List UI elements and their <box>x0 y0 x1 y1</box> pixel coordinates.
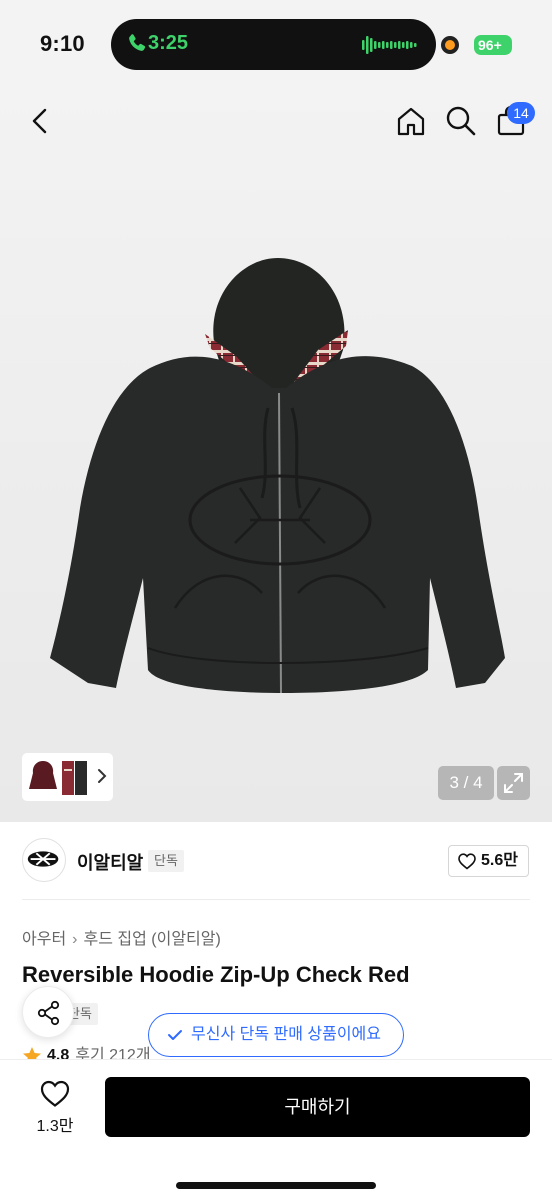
thumbnail-model[interactable] <box>58 759 92 797</box>
bottom-purchase-bar: 1.3만 구매하기 <box>0 1059 552 1200</box>
expand-image-button[interactable] <box>497 766 530 800</box>
expand-icon <box>504 773 523 793</box>
brand-name[interactable]: 이알티알 <box>77 849 143 875</box>
thumbnail-hoodie-back[interactable] <box>28 759 58 793</box>
image-page-counter: 3 / 4 <box>438 766 494 800</box>
exclusive-tag: 단독 <box>148 850 184 872</box>
audio-wave-icon <box>362 36 417 54</box>
brand-logo[interactable] <box>22 838 66 882</box>
breadcrumb-category[interactable]: 아우터 <box>22 931 66 948</box>
star-icon <box>23 1047 41 1060</box>
phone-call-icon <box>129 34 146 51</box>
share-icon <box>37 1000 60 1026</box>
status-bar: 9:10 3:25 96+ <box>0 0 552 88</box>
buy-button[interactable]: 구매하기 <box>105 1077 530 1137</box>
breadcrumb-separator-icon: › <box>72 931 78 948</box>
cart-count-badge: 14 <box>507 102 535 124</box>
product-gallery[interactable]: 14 3 / 4 <box>0 88 552 822</box>
call-duration: 3:25 <box>148 32 189 54</box>
breadcrumb: 아우터 › 후드 집업 (이알티알) <box>22 925 221 949</box>
recording-dot-icon <box>441 36 459 54</box>
home-indicator[interactable] <box>176 1182 376 1189</box>
chevron-right-icon[interactable] <box>96 767 108 785</box>
like-count: 5.6만 <box>481 852 518 869</box>
rating-text: 4.8 후기 212개 <box>47 1046 151 1060</box>
home-icon[interactable] <box>394 104 428 138</box>
wishlist-count: 1.3만 <box>36 1118 74 1135</box>
status-time: 9:10 <box>40 31 85 56</box>
search-icon[interactable] <box>444 104 478 138</box>
back-icon[interactable] <box>24 104 58 138</box>
breadcrumb-subcategory[interactable]: 후드 집업 (이알티알) <box>84 931 221 948</box>
divider <box>22 899 530 900</box>
product-title: Reversible Hoodie Zip-Up Check Red <box>22 962 410 987</box>
dynamic-island[interactable]: 3:25 <box>111 19 436 70</box>
exclusive-toast[interactable]: 무신사 단독 판매 상품이에요 <box>148 1013 404 1057</box>
wishlist-button[interactable]: 1.3만 <box>24 1078 88 1138</box>
thumbnail-strip[interactable] <box>22 753 113 801</box>
heart-outline-icon <box>458 853 476 870</box>
check-icon <box>168 1030 182 1040</box>
brand-logo-mark <box>27 851 59 867</box>
brand-like-button[interactable]: 5.6만 <box>448 845 529 877</box>
share-button[interactable] <box>22 986 74 1038</box>
product-image[interactable] <box>0 238 552 738</box>
toast-text: 무신사 단독 판매 상품이에요 <box>191 1026 381 1043</box>
heart-icon <box>40 1080 70 1107</box>
battery-level: 96+ <box>478 37 502 53</box>
